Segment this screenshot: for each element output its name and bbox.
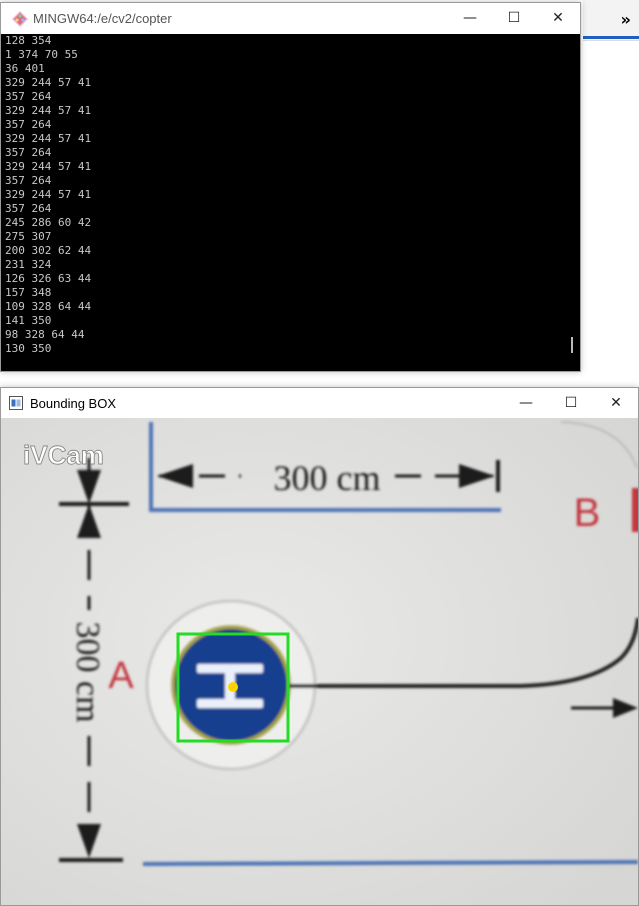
overflow-chevron-icon[interactable]: »: [621, 10, 631, 29]
maximize-icon: ☐: [564, 395, 578, 411]
maximize-button[interactable]: ☐: [549, 388, 593, 418]
ivcam-watermark: iVCam: [23, 440, 104, 470]
terminal-scrollbar[interactable]: [565, 34, 580, 371]
close-icon: ✕: [552, 10, 564, 26]
close-button[interactable]: ✕: [536, 3, 580, 33]
terminal-line: 329 244 57 41: [5, 188, 92, 201]
terminal-line: 357 264: [5, 146, 52, 159]
terminal-line: 357 264: [5, 90, 52, 103]
terminal-lines: 128 354 1 374 70 55 36 401 329 244 57 41 357…: [1, 34, 565, 356]
terminal-line: 329 244 57 41: [5, 104, 92, 117]
terminal-line: 109 328 64 44: [5, 300, 92, 313]
maximize-button[interactable]: ☐: [492, 3, 536, 33]
bbox-titlebar[interactable]: Bounding BOX — ☐ ✕: [1, 388, 638, 418]
bottom-frame-line: [142, 860, 638, 866]
label-a: A: [108, 655, 134, 697]
terminal-line: 231 324: [5, 258, 52, 271]
terminal-line: 357 264: [5, 202, 52, 215]
terminal-titlebar[interactable]: MINGW64:/e/cv2/copter — ☐ ✕: [1, 3, 580, 34]
terminal-line: 130 350: [5, 342, 52, 355]
terminal-line: 200 302 62 44: [5, 244, 92, 257]
minimize-button[interactable]: —: [504, 388, 548, 418]
terminal-line: 157 348: [5, 286, 52, 299]
minimize-icon: —: [463, 10, 477, 26]
minimize-button[interactable]: —: [448, 3, 492, 33]
terminal-title: MINGW64:/e/cv2/copter: [33, 11, 172, 26]
accent-bar: [583, 36, 639, 39]
terminal-window[interactable]: MINGW64:/e/cv2/copter — ☐ ✕ 128 354 1 374…: [0, 2, 581, 372]
terminal-line: 329 244 57 41: [5, 160, 92, 173]
terminal-line: 141 350: [5, 314, 52, 327]
minimize-icon: —: [519, 395, 533, 411]
camera-frame: A B 300 cm 300 cm iVCam: [1, 418, 638, 905]
vertical-dimension-label: 300 cm: [69, 621, 106, 722]
label-b: B: [574, 491, 601, 535]
bbox-title: Bounding BOX: [30, 396, 117, 411]
terminal-line: 36 401: [5, 62, 45, 75]
scrollbar-thumb[interactable]: [571, 337, 573, 353]
terminal-line: 329 244 57 41: [5, 76, 92, 89]
detection-center-dot: [228, 682, 238, 692]
window-app-icon: [9, 396, 23, 410]
terminal-line: 357 264: [5, 118, 52, 131]
background-window: »: [583, 0, 639, 41]
close-button[interactable]: ✕: [594, 388, 638, 418]
terminal-line: 128 354: [5, 34, 52, 47]
terminal-line: 329 244 57 41: [5, 132, 92, 145]
close-icon: ✕: [610, 395, 622, 411]
edge-marker: [632, 488, 638, 532]
terminal-line: 275 307: [5, 230, 52, 243]
git-bash-icon: [12, 11, 28, 27]
terminal-output[interactable]: 128 354 1 374 70 55 36 401 329 244 57 41 357…: [1, 34, 565, 371]
bounding-box-window[interactable]: Bounding BOX — ☐ ✕ A B 300 cm 300 cm iVC…: [0, 387, 639, 906]
terminal-line: 126 326 63 44: [5, 272, 92, 285]
terminal-line: 357 264: [5, 174, 52, 187]
terminal-line: 1 374 70 55: [5, 48, 78, 61]
horizontal-dimension-label: 300 cm: [274, 458, 381, 498]
maximize-icon: ☐: [507, 10, 521, 26]
terminal-line: 245 286 60 42: [5, 216, 92, 229]
terminal-line: 98 328 64 44: [5, 328, 85, 341]
